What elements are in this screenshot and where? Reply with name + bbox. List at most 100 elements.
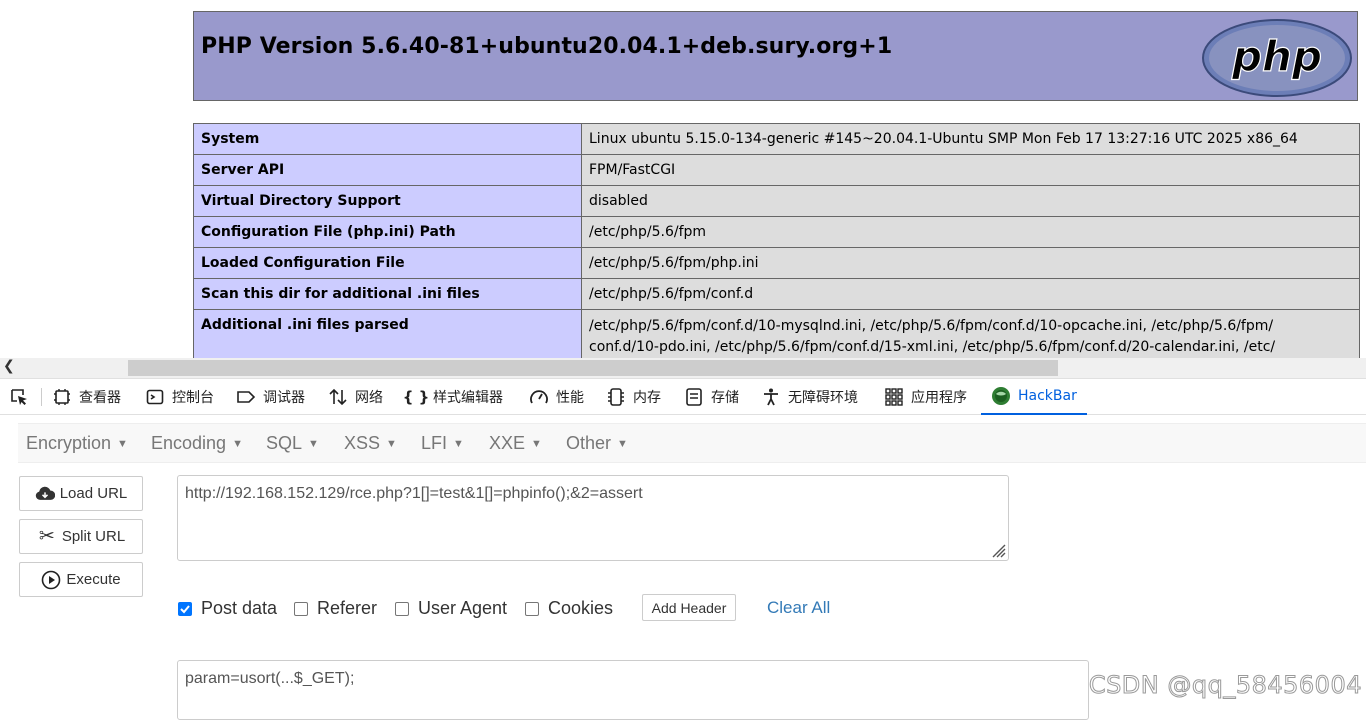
user-agent-option[interactable]: User Agent: [395, 598, 507, 619]
post-data-checkbox[interactable]: [178, 601, 192, 616]
url-textarea[interactable]: http://192.168.152.129/rce.php?1[]=test&…: [177, 475, 1009, 561]
menu-encoding[interactable]: Encoding ▼: [151, 433, 243, 454]
php-version-header: PHP Version 5.6.40-81+ubuntu20.04.1+deb.…: [193, 11, 1358, 101]
tab-label: 调试器: [263, 390, 305, 406]
tab-label: 无障碍环境: [788, 390, 858, 406]
tab-label: 内存: [633, 390, 661, 406]
caret-down-icon: ▼: [308, 438, 319, 450]
tab-hackbar[interactable]: HackBar: [981, 379, 1087, 415]
network-icon: [328, 387, 348, 407]
tab-label: 查看器: [79, 390, 121, 406]
pick-element-icon: [9, 387, 29, 407]
url-text: http://192.168.152.129/rce.php?1[]=test&…: [185, 485, 643, 502]
tab-memory[interactable]: 内存: [606, 379, 661, 415]
table-row: Scan this dir for additional .ini files /…: [193, 278, 1360, 310]
referer-checkbox[interactable]: [294, 601, 308, 616]
scissors-icon: ✂: [38, 526, 55, 547]
php-info-page: PHP Version 5.6.40-81+ubuntu20.04.1+deb.…: [0, 0, 1366, 358]
execute-button[interactable]: Execute: [19, 562, 143, 597]
info-key: Scan this dir for additional .ini files: [193, 278, 582, 310]
tab-inspector[interactable]: 查看器: [52, 379, 121, 415]
performance-icon: [529, 387, 549, 407]
cookies-option[interactable]: Cookies: [525, 598, 613, 619]
info-key: Virtual Directory Support: [193, 185, 582, 217]
table-row: Virtual Directory Support disabled: [193, 185, 1360, 217]
tab-console[interactable]: 控制台: [145, 379, 214, 415]
table-row: Loaded Configuration File/etc/php/5.6/fp…: [193, 247, 1360, 279]
caret-down-icon: ▼: [386, 438, 397, 450]
horizontal-scrollbar[interactable]: ❮: [0, 358, 1366, 378]
info-value: FPM/FastCGI: [581, 154, 1360, 186]
csdn-watermark: CSDN @qq_58456004: [1088, 671, 1362, 700]
info-value-line: /etc/php/5.6/fpm/conf.d/10-mysqlnd.ini, …: [589, 318, 1274, 334]
info-key: Loaded Configuration File: [193, 247, 582, 279]
tab-storage[interactable]: 存储: [684, 379, 739, 415]
table-row: Configuration File (php.ini) Path/etc/ph…: [193, 216, 1360, 248]
tab-debugger[interactable]: 调试器: [236, 379, 305, 415]
referer-option[interactable]: Referer: [294, 598, 377, 619]
tab-label: 性能: [556, 390, 584, 406]
php-info-table: System Linux ubuntu 5.15.0-134-generic #1…: [193, 123, 1360, 358]
add-header-button[interactable]: Add Header: [642, 594, 736, 621]
cookies-checkbox[interactable]: [525, 601, 539, 616]
memory-icon: [606, 387, 626, 407]
style-editor-icon: { }: [402, 388, 430, 406]
toolbar-divider: [41, 388, 42, 406]
php-version-title: PHP Version 5.6.40-81+ubuntu20.04.1+deb.…: [201, 34, 893, 59]
menu-lfi[interactable]: LFI ▼: [421, 433, 464, 454]
scrollbar-thumb[interactable]: [128, 360, 1058, 376]
storage-icon: [684, 387, 704, 407]
post-data-text: param=usort(...$_GET);: [185, 670, 355, 687]
post-data-textarea[interactable]: param=usort(...$_GET);: [177, 660, 1089, 720]
info-value: /etc/php/5.6/fpm/php.ini: [581, 247, 1360, 279]
resize-handle-icon[interactable]: [990, 542, 1006, 558]
tab-performance[interactable]: 性能: [529, 379, 584, 415]
menu-sql[interactable]: SQL ▼: [266, 433, 319, 454]
php-logo: php: [1202, 19, 1352, 97]
tab-label: 控制台: [172, 390, 214, 406]
menu-xxe[interactable]: XXE ▼: [489, 433, 542, 454]
info-value: Linux ubuntu 5.15.0-134-generic #145~20.…: [581, 123, 1360, 155]
tab-network[interactable]: 网络: [328, 379, 383, 415]
split-url-button[interactable]: ✂ Split URL: [19, 519, 143, 554]
application-icon: [884, 387, 904, 407]
tab-label: 存储: [711, 390, 739, 406]
user-agent-checkbox[interactable]: [395, 601, 409, 616]
debugger-icon: [236, 387, 256, 407]
devtools-toolbar: 查看器 控制台 调试器 网络 { } 样式编辑器 性能 内存 存储 无障碍环境 …: [0, 378, 1366, 415]
clear-all-link[interactable]: Clear All: [767, 598, 830, 618]
info-key: Additional .ini files parsed: [193, 309, 582, 358]
hackbar-panel: Encryption ▼ Encoding ▼ SQL ▼ XSS ▼ LFI ▼ XXE…: [0, 415, 1366, 720]
caret-down-icon: ▼: [232, 438, 243, 450]
tab-style-editor[interactable]: { } 样式编辑器: [402, 379, 503, 415]
accessibility-icon: [761, 387, 781, 407]
tab-label: HackBar: [1018, 388, 1077, 404]
info-value: disabled: [581, 185, 1360, 217]
menu-encryption[interactable]: Encryption ▼: [26, 433, 128, 454]
info-key: System: [193, 123, 582, 155]
menu-xss[interactable]: XSS ▼: [344, 433, 397, 454]
info-value: /etc/php/5.6/fpm/conf.d: [581, 278, 1360, 310]
tab-label: 样式编辑器: [433, 390, 503, 406]
tab-accessibility[interactable]: 无障碍环境: [761, 379, 858, 415]
play-circle-icon: [41, 570, 61, 590]
info-value: /etc/php/5.6/fpm/conf.d/10-mysqlnd.ini, …: [581, 309, 1360, 358]
info-key: Configuration File (php.ini) Path: [193, 216, 582, 248]
svg-text:php: php: [1231, 32, 1322, 81]
hackbar-icon: [991, 386, 1011, 406]
tab-application[interactable]: 应用程序: [884, 379, 967, 415]
element-picker-button[interactable]: [9, 379, 36, 415]
tab-label: 应用程序: [911, 390, 967, 406]
scroll-left-icon[interactable]: ❮: [3, 358, 15, 374]
caret-down-icon: ▼: [531, 438, 542, 450]
caret-down-icon: ▼: [617, 438, 628, 450]
info-value: /etc/php/5.6/fpm: [581, 216, 1360, 248]
caret-down-icon: ▼: [117, 438, 128, 450]
post-data-option[interactable]: Post data: [178, 598, 277, 619]
menu-other[interactable]: Other ▼: [566, 433, 628, 454]
tab-label: 网络: [355, 390, 383, 406]
table-row: Additional .ini files parsed /etc/php/5.…: [193, 309, 1360, 358]
load-url-button[interactable]: Load URL: [19, 476, 143, 511]
info-key: Server API: [193, 154, 582, 186]
cloud-download-icon: [35, 484, 55, 504]
